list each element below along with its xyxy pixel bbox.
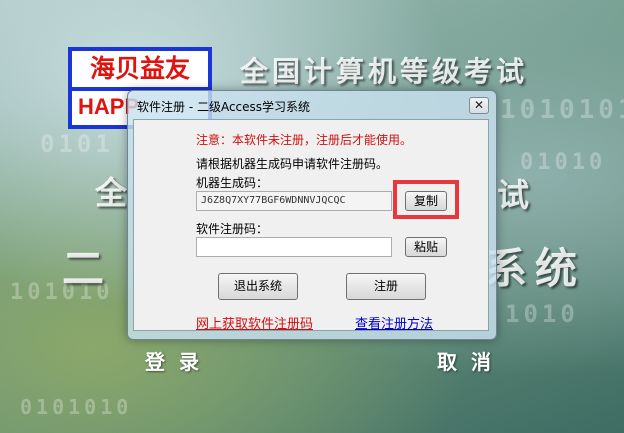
background-fragment: 系统 — [485, 244, 586, 293]
background-binary-text: 0101 — [40, 130, 114, 158]
machine-code-field[interactable]: J6Z8Q7XY77BGF6WDNNVJQCQC — [196, 191, 392, 211]
background-fragment: 二 — [62, 244, 105, 293]
dialog-body: 注意：本软件未注册，注册后才能使用。 请根据机器生成码申请软件注册码。 机器生成… — [133, 119, 489, 332]
background-binary-text: 1010 — [505, 300, 579, 328]
registration-dialog: 软件注册 - 二级Access学习系统 ✕ 注意：本软件未注册，注册后才能使用。… — [127, 90, 497, 340]
close-icon[interactable]: ✕ — [469, 97, 489, 114]
get-registration-code-link[interactable]: 网上获取软件注册码 — [196, 313, 313, 332]
background-binary-text: 0101010 — [20, 395, 133, 419]
background-binary-text: 01010 — [520, 150, 607, 175]
exit-system-button[interactable]: 退出系统 — [218, 273, 298, 300]
paste-button[interactable]: 粘贴 — [405, 237, 447, 257]
reg-code-input[interactable] — [196, 237, 392, 257]
login-button[interactable]: 登录 — [145, 346, 213, 375]
background-fragment: 全 — [95, 174, 128, 212]
dialog-title: 软件注册 - 二级Access学习系统 — [137, 100, 311, 114]
brand-logo-cn: 海贝益友 — [72, 51, 208, 91]
dialog-titlebar[interactable]: 软件注册 - 二级Access学习系统 ✕ — [128, 91, 496, 119]
background-binary-text: 1010101 — [500, 95, 624, 125]
instruction-text: 请根据机器生成码申请软件注册码。 — [196, 157, 389, 171]
register-button[interactable]: 注册 — [346, 273, 426, 300]
background-fragment: 试 — [497, 176, 530, 214]
cancel-button[interactable]: 取消 — [437, 346, 505, 375]
reg-code-label: 软件注册码： — [196, 222, 269, 236]
exam-title-background: 全国计算机等级考试 — [240, 55, 529, 88]
view-registration-method-link[interactable]: 查看注册方法 — [355, 313, 433, 332]
machine-code-label: 机器生成码： — [196, 176, 269, 190]
copy-button[interactable]: 复制 — [405, 191, 447, 211]
unregistered-warning: 注意：本软件未注册，注册后才能使用。 — [196, 133, 413, 147]
